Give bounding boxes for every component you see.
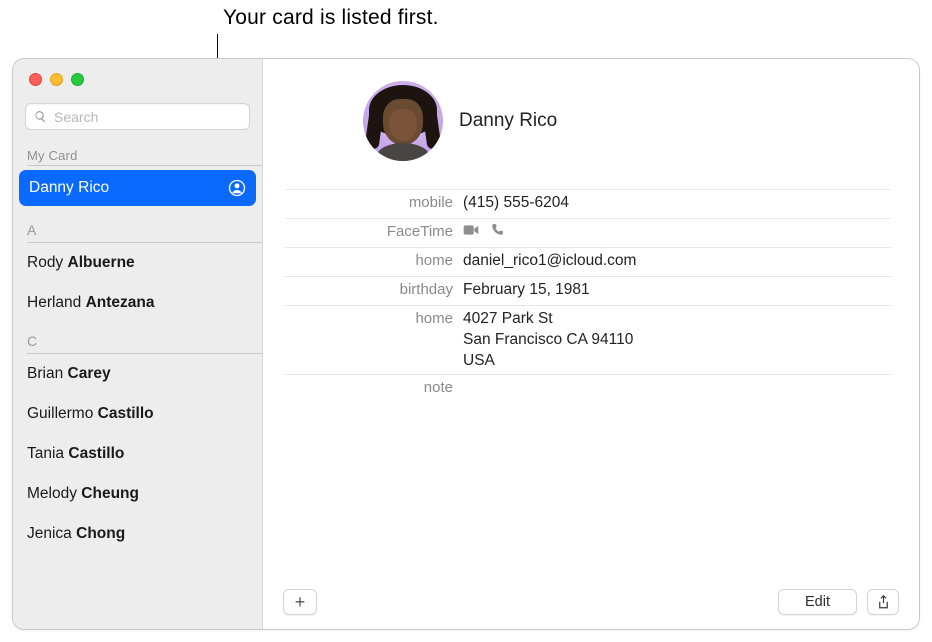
contact-last-name: Cheung (81, 485, 139, 502)
share-icon (877, 595, 890, 610)
search-field[interactable] (25, 103, 250, 130)
callout-annotation: Your card is listed first. (223, 6, 439, 30)
field-note[interactable]: note (285, 375, 891, 403)
facetime-audio-icon[interactable] (489, 223, 505, 237)
sidebar: My Card Danny Rico A Rody Albuerne Herla… (13, 59, 263, 629)
contact-first-name: Herland (27, 294, 81, 311)
contact-display-name: Danny Rico (459, 110, 557, 132)
contact-last-name: Albuerne (68, 254, 135, 271)
contact-last-name: Chong (76, 525, 125, 542)
share-button[interactable] (867, 589, 899, 615)
toolbar: + Edit (263, 575, 919, 629)
edit-button[interactable]: Edit (778, 589, 857, 615)
my-card-section-label: My Card (13, 136, 262, 165)
field-label: FaceTime (285, 221, 463, 240)
contact-first-name: Guillermo (27, 405, 93, 422)
contact-first-name: Tania (27, 445, 64, 462)
zoom-window-button[interactable] (71, 73, 84, 86)
field-value: 4027 Park St San Francisco CA 94110 USA (463, 308, 891, 372)
sidebar-item-my-card[interactable]: Danny Rico (19, 170, 256, 206)
contact-last-name: Antezana (86, 294, 155, 311)
field-label: mobile (285, 192, 463, 211)
contact-first-name: Brian (27, 365, 63, 382)
field-mobile[interactable]: mobile (415) 555-6204 (285, 190, 891, 218)
list-item[interactable]: Guillermo Castillo (13, 394, 262, 434)
section-header-c: C (13, 323, 262, 353)
list-item[interactable]: Jenica Chong (13, 514, 262, 554)
contact-last-name: Castillo (68, 445, 124, 462)
contact-last-name: Carey (68, 365, 111, 382)
contact-last-name: Castillo (98, 405, 154, 422)
facetime-video-icon[interactable] (463, 223, 479, 237)
list-item[interactable]: Tania Castillo (13, 434, 262, 474)
minimize-window-button[interactable] (50, 73, 63, 86)
field-value: February 15, 1981 (463, 279, 891, 301)
contact-first-name: Rody (27, 254, 63, 271)
add-contact-button[interactable]: + (283, 589, 317, 615)
field-address[interactable]: home 4027 Park St San Francisco CA 94110… (285, 306, 891, 374)
field-birthday[interactable]: birthday February 15, 1981 (285, 277, 891, 305)
avatar[interactable] (363, 81, 443, 161)
search-icon (34, 110, 47, 123)
list-item[interactable]: Rody Albuerne (13, 243, 262, 283)
field-label: birthday (285, 279, 463, 298)
list-item[interactable]: Brian Carey (13, 354, 262, 394)
contact-first-name: Danny (29, 179, 74, 196)
my-card-badge-icon (228, 179, 246, 197)
field-label: home (285, 250, 463, 269)
field-label: note (285, 377, 463, 396)
field-value: (415) 555-6204 (463, 192, 891, 214)
search-input[interactable] (25, 103, 250, 130)
contact-last-name: Rico (78, 179, 109, 196)
field-value: daniel_rico1@icloud.com (463, 250, 891, 272)
field-label: home (285, 308, 463, 327)
window-controls (13, 59, 262, 95)
field-value (463, 377, 891, 378)
detail-pane: Danny Rico mobile (415) 555-6204 FaceTim… (263, 59, 919, 629)
list-item[interactable]: Melody Cheung (13, 474, 262, 514)
contacts-window: My Card Danny Rico A Rody Albuerne Herla… (12, 58, 920, 630)
section-header-a: A (13, 212, 262, 242)
contact-first-name: Jenica (27, 525, 72, 542)
list-item[interactable]: Herland Antezana (13, 283, 262, 323)
field-facetime[interactable]: FaceTime (285, 219, 891, 247)
field-email[interactable]: home daniel_rico1@icloud.com (285, 248, 891, 276)
contact-first-name: Melody (27, 485, 77, 502)
close-window-button[interactable] (29, 73, 42, 86)
